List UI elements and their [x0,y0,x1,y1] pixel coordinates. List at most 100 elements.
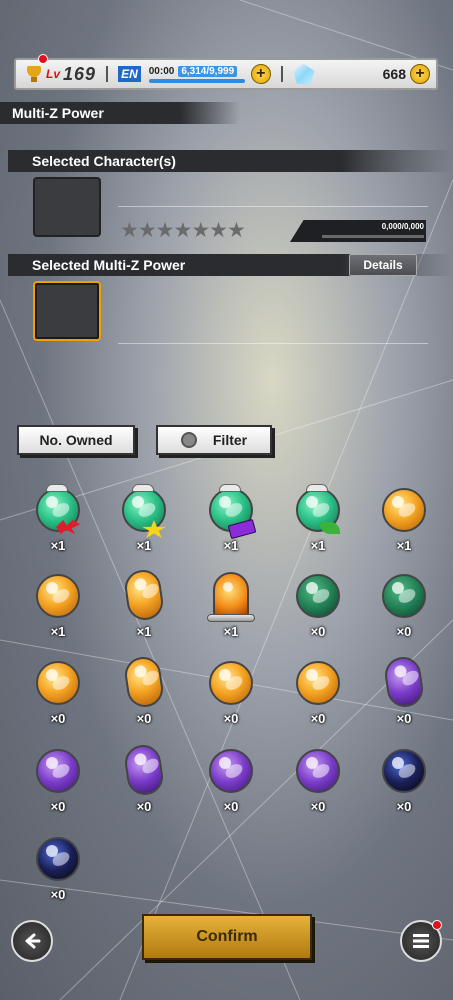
item-count: ×0 [50,711,66,726]
sort-label: No. Owned [39,432,113,448]
item-count: ×1 [396,538,412,553]
crystal-icon [292,64,315,84]
power-item[interactable]: ×1 [376,484,432,554]
power-item[interactable]: ×0 [30,745,86,815]
item-count: ×1 [310,538,326,553]
sort-button[interactable]: No. Owned [17,425,135,455]
divider-line [118,343,428,344]
item-count: ×0 [50,887,66,902]
orange-orb-icon [122,654,166,710]
arrow-left-icon [25,933,41,949]
selected-character-header: Selected Character(s) [8,150,453,172]
power-item[interactable]: ×0 [203,657,259,727]
filter-button[interactable]: Filter [156,425,272,455]
item-count: ×0 [396,711,412,726]
lamp-orb-icon [213,572,249,618]
item-count: ×0 [310,799,326,814]
orange-orb-icon [382,488,426,532]
power-item[interactable]: ×0 [290,745,346,815]
item-count: ×1 [50,538,66,553]
power-item[interactable]: ×1 [116,567,172,640]
star-icon: ★ [173,219,192,242]
star-icon: ★ [155,219,175,242]
dark-orb-icon [36,837,80,881]
power-item[interactable]: ×0 [30,657,86,727]
orb-cap [132,484,154,492]
power-item[interactable]: ×0 [376,654,432,727]
back-button[interactable] [11,920,53,962]
orange-orb-icon [296,661,340,705]
energy-label: EN [118,66,141,82]
notification-dot [432,920,442,930]
energy-timer: 00:00 [148,65,175,77]
orb-cap [306,484,328,492]
page-title: Multi-Z Power [12,105,104,121]
confirm-button[interactable]: Confirm [142,914,312,960]
power-item[interactable]: ×0 [290,657,346,727]
power-item[interactable]: ×0 [290,570,346,640]
power-item[interactable]: ×0 [116,654,172,727]
item-count: ×0 [136,799,152,814]
power-item[interactable]: ×0 [30,833,86,903]
orange-orb-icon [122,567,166,623]
energy-bar [148,78,245,83]
filter-toggle-icon [180,432,197,448]
purple-orb-icon [296,749,340,793]
purple-orb-icon [122,742,166,798]
green-orb-icon [122,488,166,532]
power-item[interactable]: ×1 [116,484,172,554]
purple-orb-icon [36,749,80,793]
power-slot[interactable] [33,281,101,341]
item-count: ×0 [396,799,412,814]
power-item[interactable]: ×0 [376,745,432,815]
purple-orb-icon [209,749,253,793]
power-item[interactable]: ×1 [290,484,346,554]
divider [280,66,283,82]
dgreen-orb-icon [296,574,340,618]
character-slot[interactable] [33,177,101,237]
energy-value: 6,314/9,999 [178,65,238,77]
orange-orb-icon [36,661,80,705]
xp-track [322,235,424,238]
trophy-icon[interactable] [24,64,44,84]
power-item[interactable]: ×1 [30,570,86,640]
dark-orb-icon [382,749,426,793]
selected-power-title: Selected Multi-Z Power [32,257,186,273]
item-count: ×1 [136,538,152,553]
crystal-count: 668 [382,66,406,82]
power-item[interactable]: ×1 [203,570,259,640]
page-header: Multi-Z Power [0,102,240,124]
power-item[interactable]: ×0 [376,570,432,640]
power-item[interactable]: ×1 [203,484,259,554]
item-count: ×0 [50,799,66,814]
xp-value: 0,000/0,000 [381,222,424,231]
confirm-label: Confirm [196,928,258,945]
filter-label: Filter [212,432,248,448]
power-item[interactable]: ×0 [116,742,172,815]
power-item[interactable]: ×1 [30,484,86,554]
purple-orb-icon [382,654,426,710]
item-count: ×0 [310,711,326,726]
star-icon: ★ [120,219,139,242]
item-count: ×0 [396,624,412,639]
player-level: 169 [63,63,97,84]
dgreen-orb-icon [382,574,426,618]
item-count: ×1 [223,624,239,639]
item-count: ×0 [223,799,239,814]
add-crystal-button[interactable]: + [410,64,430,84]
orb-cap [46,484,68,492]
item-count: ×1 [50,624,66,639]
selected-character-title: Selected Character(s) [32,153,176,169]
menu-icon [413,934,429,948]
xp-bar: 0,000/0,000 [290,220,426,242]
divider [106,66,109,82]
green-badge-icon [320,522,340,534]
orange-orb-icon [36,574,80,618]
add-energy-button[interactable]: + [250,64,271,84]
star-icon: ★ [137,219,157,242]
star-icon: ★ [209,219,228,242]
energy-meter: 00:00 6,314/9,999 [148,65,245,83]
item-count: ×1 [223,538,239,553]
details-button[interactable]: Details [349,254,417,276]
power-item[interactable]: ×0 [203,745,259,815]
